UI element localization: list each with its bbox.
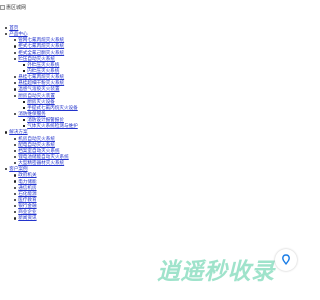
list-bullet-icon — [14, 162, 17, 165]
list-bullet-icon — [14, 192, 17, 195]
list-bullet-icon — [14, 51, 17, 54]
list-bullet-icon — [5, 168, 8, 171]
list-bullet-icon — [14, 217, 17, 220]
list-bullet-icon — [14, 205, 17, 208]
list-bullet-icon — [14, 45, 17, 48]
list-bullet-icon — [14, 180, 17, 183]
list-bullet-icon — [14, 186, 17, 189]
list-bullet-icon — [23, 119, 26, 122]
list-bullet-icon — [23, 100, 26, 103]
list-bullet-icon — [14, 76, 17, 79]
logo-alt-text: 惠区城网 — [6, 5, 27, 11]
site-navigation: 首页 产品中心 管网七氟丙烷灭火系统 柜式七氟丙烷灭火系统 柜式全氟己酮灭火系统 贮压自动… — [0, 25, 300, 222]
list-bullet-icon — [14, 39, 17, 42]
list-bullet-icon — [14, 94, 17, 97]
list-bullet-icon — [14, 82, 17, 85]
list-bullet-icon — [23, 69, 26, 73]
nav-item: 新闻资讯 — [0, 215, 300, 221]
list-bullet-icon — [14, 149, 17, 152]
list-bullet-icon — [14, 143, 17, 146]
nav-link[interactable]: 新闻资讯 — [18, 215, 36, 221]
floating-badge[interactable] — [275, 249, 297, 271]
watermark: 逍遥秒收录 — [157, 249, 300, 289]
list-bullet-icon — [14, 174, 17, 177]
download-icon — [282, 254, 290, 265]
list-bullet-icon — [14, 211, 17, 214]
watermark-text: 逍遥秒收录 — [157, 259, 275, 285]
list-bullet-icon — [5, 26, 8, 30]
list-bullet-icon — [14, 155, 17, 159]
list-bullet-icon — [5, 33, 8, 36]
list-bullet-icon — [14, 198, 17, 202]
list-bullet-icon — [14, 112, 17, 116]
broken-image-icon — [0, 5, 5, 10]
list-bullet-icon — [14, 88, 17, 91]
list-bullet-icon — [14, 137, 17, 140]
nav-link[interactable]: 气体灭火系统检测与维护 — [27, 123, 78, 129]
site-logo[interactable]: 惠区城网 — [0, 3, 26, 12]
list-bullet-icon — [23, 125, 26, 128]
list-bullet-icon — [23, 63, 26, 66]
list-bullet-icon — [14, 57, 17, 60]
list-bullet-icon — [23, 106, 26, 109]
list-bullet-icon — [5, 131, 8, 134]
